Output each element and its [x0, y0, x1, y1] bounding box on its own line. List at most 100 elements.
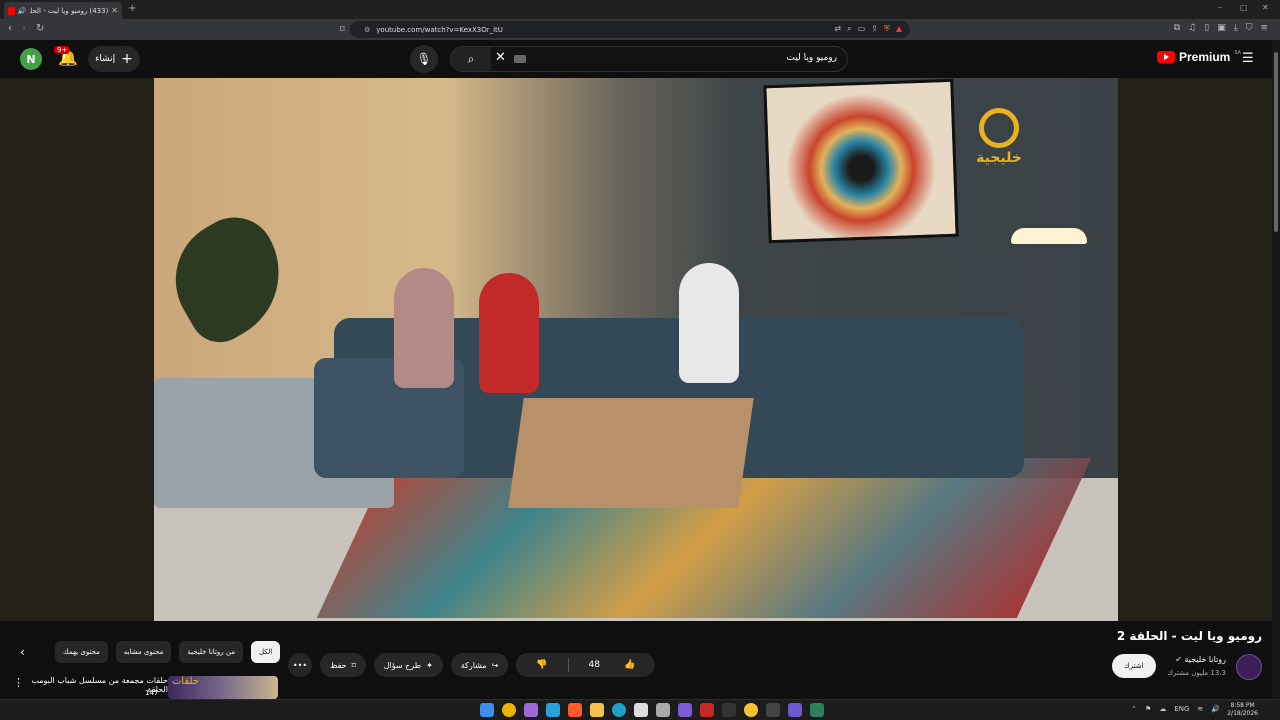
- dislike-button[interactable]: 👎: [516, 653, 567, 677]
- sidebar-icon[interactable]: ▯: [1204, 23, 1209, 33]
- taskbar-clock[interactable]: 8:58 PM 2/18/2026: [1227, 702, 1258, 718]
- brave-shield-icon[interactable]: ⛨: [884, 24, 890, 34]
- thumbs-up-icon: 👍: [623, 660, 636, 670]
- maximize-icon[interactable]: ▢: [1240, 3, 1248, 12]
- app-red-icon[interactable]: [700, 703, 714, 717]
- translate-icon[interactable]: ⇄: [834, 24, 841, 34]
- tray-network-icon[interactable]: ☁: [1159, 705, 1166, 713]
- calculator-icon[interactable]: [656, 703, 670, 717]
- telegram-icon[interactable]: [546, 703, 560, 717]
- browser-tab[interactable]: 🔊 (433) روميو ويا ليت - الحلقة 2 ✕: [4, 2, 122, 19]
- search-icon: ⌕: [467, 51, 475, 66]
- share-button[interactable]: مشاركة ↪: [450, 653, 509, 677]
- speaker-icon[interactable]: 🔊: [18, 7, 27, 15]
- subscriber-count: 13.3 مليون مشترك: [1167, 669, 1226, 677]
- reload-icon[interactable]: ↻: [36, 23, 44, 34]
- video-player[interactable]: خليجية: [0, 78, 1272, 621]
- channel-name[interactable]: روتانا خليجية ✔: [1175, 655, 1226, 664]
- address-bar[interactable]: ⌑ ⚙ youtube.com/watch?v=KexX3Or_itU ⇄ ⌕ …: [340, 21, 910, 38]
- create-button[interactable]: إنشاء +: [88, 46, 140, 72]
- new-tab-button[interactable]: +: [128, 3, 136, 14]
- save-button[interactable]: حفظ ⌑: [320, 653, 366, 677]
- chip-channel[interactable]: من روتانا خليجية: [179, 641, 243, 663]
- cast-icon[interactable]: ▭: [858, 24, 866, 34]
- app-yellow-icon[interactable]: [744, 703, 758, 717]
- notepad-icon[interactable]: [634, 703, 648, 717]
- scrollbar-thumb[interactable]: [1274, 52, 1278, 232]
- like-dislike-group: 👎 48 👍: [516, 653, 656, 677]
- windows-start-icon[interactable]: [480, 703, 494, 717]
- rec-thumb-text: حلقات: [172, 676, 200, 687]
- rec-thumbnail[interactable]: حلقات: [168, 676, 278, 699]
- edge-icon[interactable]: [612, 703, 626, 717]
- chip-all[interactable]: الكل: [250, 641, 281, 663]
- bookmark-icon[interactable]: ⌑: [340, 25, 345, 35]
- chips-scroll-left-icon[interactable]: ‹: [20, 645, 25, 659]
- bookmark-save-icon: ⌑: [351, 660, 356, 670]
- action-bar: ••• حفظ ⌑ طرح سؤال ✦ مشاركة ↪ 👎 48 👍: [288, 653, 656, 677]
- music-icon[interactable]: ♫: [1188, 23, 1196, 33]
- youtube-favicon-icon: [8, 6, 15, 15]
- rec-menu-icon[interactable]: ⋮: [13, 676, 24, 689]
- brave-icon[interactable]: [568, 703, 582, 717]
- tray-overflow-icon[interactable]: ⌃: [1131, 705, 1137, 713]
- volume-icon[interactable]: 🔊: [1211, 705, 1220, 713]
- youtube-play-icon: [1157, 51, 1175, 63]
- terminal-icon[interactable]: [766, 703, 780, 717]
- copilot-icon[interactable]: [524, 703, 538, 717]
- browser-toolbar: ‹ › ↻ ⌑ ⚙ youtube.com/watch?v=KexX3Or_it…: [0, 19, 1280, 40]
- close-window-icon[interactable]: ✕: [1262, 3, 1269, 12]
- chip-interest[interactable]: محتوى يهمك: [55, 641, 108, 663]
- rewards-icon[interactable]: ▲: [896, 24, 902, 34]
- clear-search-icon[interactable]: ✕: [495, 50, 506, 65]
- video-title: روميو ويا ليت - الحلقة 2: [1116, 629, 1262, 643]
- rec-count: 147: [145, 689, 159, 697]
- account-avatar[interactable]: N: [20, 48, 42, 70]
- wallet-icon[interactable]: ▣: [1217, 23, 1226, 33]
- logo-country: SA: [1234, 50, 1242, 56]
- subscribe-button[interactable]: اشترك: [1112, 654, 1156, 678]
- create-label: إنشاء: [95, 54, 116, 64]
- like-button[interactable]: 48 👍: [569, 653, 656, 677]
- clock-date: 2/18/2026: [1227, 710, 1258, 717]
- app-dark-icon[interactable]: [722, 703, 736, 717]
- page-scrollbar[interactable]: [1272, 40, 1280, 700]
- back-icon[interactable]: ‹: [8, 23, 12, 34]
- chip-related[interactable]: محتوى مشابه: [115, 641, 172, 663]
- share-page-icon[interactable]: ⇪: [871, 24, 878, 34]
- windows-taskbar: ⌃ ⚑ ☁ ENG ≋ 🔊 8:58 PM 2/18/2026: [0, 699, 1280, 720]
- browser-menu-icon[interactable]: ≡: [1260, 23, 1268, 33]
- share-arrow-icon: ↪: [491, 660, 499, 670]
- zoom-icon[interactable]: ⌕: [847, 24, 851, 34]
- app-purple-icon[interactable]: [788, 703, 802, 717]
- downloads-icon[interactable]: ⤓: [1234, 23, 1238, 33]
- minimize-icon[interactable]: –: [1218, 3, 1222, 12]
- url-text: youtube.com/watch?v=KexX3Or_itU: [376, 25, 503, 34]
- youtube-header: N 🔔 9+ إنشاء + 🎙 ⌕ ✕ روميو ويا ليت Premi…: [0, 40, 1280, 78]
- ask-button[interactable]: طرح سؤال ✦: [373, 653, 443, 677]
- app-green-icon[interactable]: [810, 703, 824, 717]
- voice-search-button[interactable]: 🎙: [410, 45, 438, 73]
- youtube-premium-logo[interactable]: Premium SA: [1157, 50, 1241, 64]
- vpn-icon[interactable]: ⛉: [1246, 23, 1253, 33]
- file-explorer-icon[interactable]: [590, 703, 604, 717]
- search-input[interactable]: روميو ويا ليت: [787, 53, 838, 63]
- language-indicator[interactable]: ENG: [1174, 705, 1189, 713]
- channel-avatar[interactable]: [1236, 654, 1262, 680]
- guide-menu-icon[interactable]: ☰: [1242, 51, 1254, 66]
- extension-icon[interactable]: ⧉: [1174, 23, 1180, 33]
- chip-bar: محتوى يهمك محتوى مشابه من روتانا خليجية …: [55, 641, 281, 663]
- more-actions-button[interactable]: •••: [288, 653, 312, 677]
- tray-app-icon[interactable]: ⚑: [1145, 705, 1151, 713]
- search-button[interactable]: ⌕: [451, 47, 491, 71]
- wifi-icon[interactable]: ≋: [1197, 705, 1203, 713]
- discord-icon[interactable]: [678, 703, 692, 717]
- browser-tab-bar: 🔊 (433) روميو ويا ليت - الحلقة 2 ✕ + – ▢…: [0, 0, 1280, 19]
- site-info-icon[interactable]: ⚙: [364, 26, 370, 34]
- chrome-icon[interactable]: [502, 703, 516, 717]
- microphone-icon: 🎙: [416, 52, 432, 66]
- tab-close-icon[interactable]: ✕: [111, 6, 118, 15]
- forward-icon[interactable]: ›: [22, 23, 26, 34]
- video-frame: خليجية: [154, 78, 1118, 621]
- keyboard-icon[interactable]: [514, 55, 526, 63]
